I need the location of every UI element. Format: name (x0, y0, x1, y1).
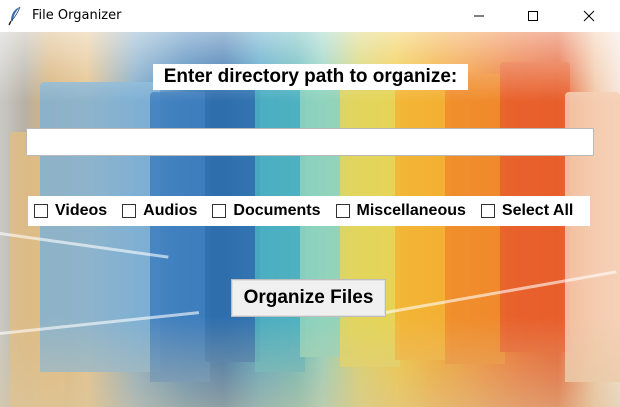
directory-path-input[interactable] (26, 128, 594, 156)
select-all-checkbox[interactable]: Select All (475, 202, 573, 220)
checkbox-box[interactable] (34, 204, 48, 218)
select-all-label: Select All (501, 202, 574, 219)
organize-files-button[interactable]: Organize Files (231, 279, 386, 317)
title-bar: File Organizer (0, 0, 620, 32)
documents-checkbox[interactable]: Documents (206, 202, 321, 220)
maximize-button[interactable] (510, 0, 556, 32)
miscellaneous-label: Miscellaneous (356, 202, 466, 219)
checkbox-box[interactable] (212, 204, 227, 218)
videos-checkbox[interactable]: Videos (28, 202, 107, 220)
maximize-icon (528, 11, 538, 21)
audios-checkbox[interactable]: Audios (116, 202, 197, 220)
audios-label: Audios (143, 202, 198, 219)
window-title: File Organizer (32, 8, 122, 23)
miscellaneous-checkbox[interactable]: Miscellaneous (330, 202, 466, 220)
close-button[interactable] (566, 0, 612, 32)
videos-label: Videos (55, 202, 108, 219)
checkbox-box[interactable] (480, 204, 495, 218)
close-icon (583, 10, 595, 22)
checkbox-box[interactable] (122, 204, 137, 218)
minimize-button[interactable] (456, 0, 502, 32)
minimize-icon (474, 15, 484, 17)
background-shade (0, 317, 620, 407)
options-row: Videos Audios Documents Miscellaneous Se… (28, 196, 590, 226)
checkbox-box[interactable] (335, 204, 350, 218)
directory-prompt-label: Enter directory path to organize: (153, 64, 468, 90)
documents-label: Documents (233, 202, 321, 219)
feather-icon (8, 6, 21, 26)
